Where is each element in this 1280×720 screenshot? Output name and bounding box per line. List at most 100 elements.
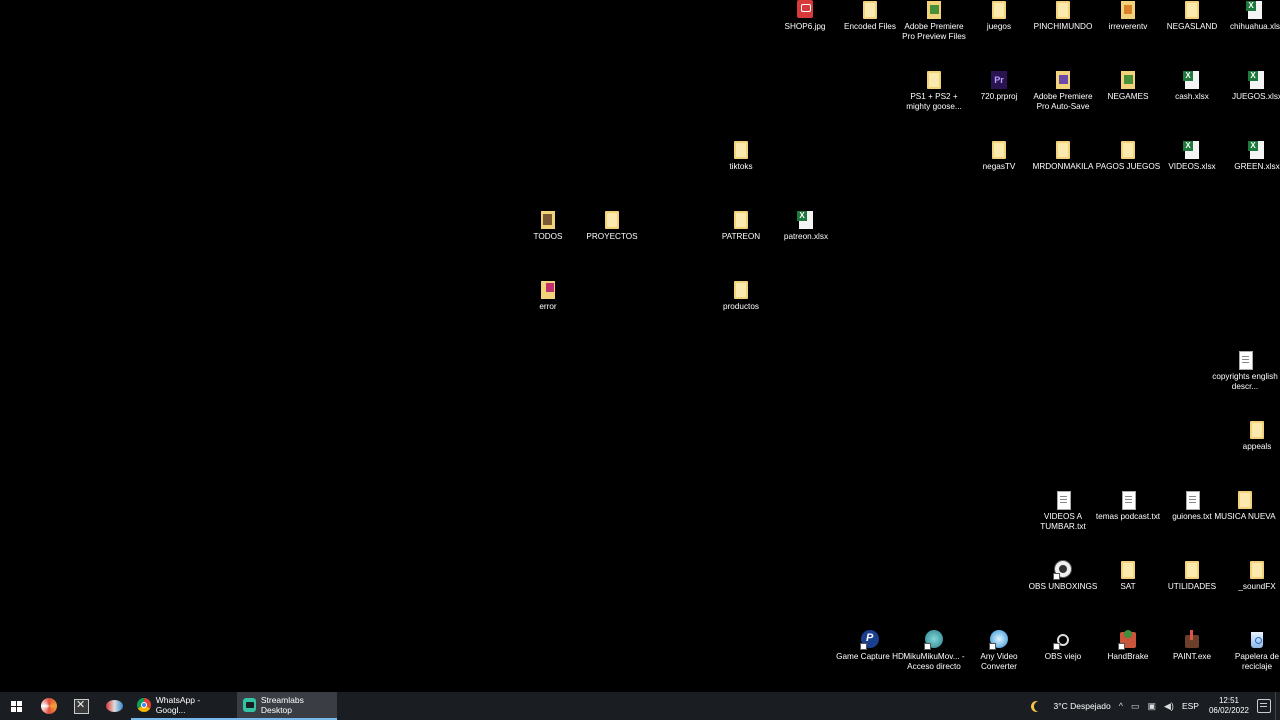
desktop-icon-label: appeals (1242, 442, 1272, 451)
shortcut-arrow-icon (1053, 643, 1060, 650)
game-capture-icon (860, 630, 880, 650)
weather-widget[interactable]: 3°C Despejado (1053, 701, 1110, 711)
taskbar-app-whatsapp[interactable]: WhatsApp - Googl... (131, 692, 237, 720)
desktop-icon-temas-podcast[interactable]: temas podcast.txt (1093, 490, 1163, 522)
desktop-icon-label: MUSICA NUEVA (1214, 512, 1276, 521)
desktop-icon-tiktoks[interactable]: tiktoks (706, 140, 776, 172)
start-button[interactable] (0, 692, 32, 720)
network-icon[interactable]: ▭ (1131, 701, 1140, 712)
desktop-icon-adobe-autosave[interactable]: Adobe Premiere Pro Auto-Save (1028, 70, 1098, 112)
desktop-icon-productos[interactable]: productos (706, 280, 776, 312)
desktop-icon-negasland[interactable]: NEGASLAND (1157, 0, 1227, 32)
desktop-icon-mrdonmakila[interactable]: MRDONMAKILA (1028, 140, 1098, 172)
taskbar-app-streamlabs[interactable]: Streamlabs Desktop (237, 692, 337, 720)
desktop-icon-obs-unboxings[interactable]: OBS UNBOXINGS (1028, 560, 1098, 592)
desktop-icon-any-video[interactable]: Any Video Converter (964, 630, 1034, 672)
desktop-icon-obs-viejo[interactable]: OBS viejo (1028, 630, 1098, 662)
desktop-icon-label: UTILIDADES (1167, 582, 1217, 591)
shortcut-arrow-icon (860, 643, 867, 650)
desktop-icon-juegos-xlsx[interactable]: JUEGOS.xlsx (1222, 70, 1280, 102)
desktop-icon-patreon[interactable]: PATREON (706, 210, 776, 242)
show-desktop-button[interactable] (1275, 692, 1280, 720)
desktop-icon-videos-tumbar[interactable]: VIDEOS A TUMBAR.txt (1028, 490, 1098, 532)
notifications-icon[interactable] (1257, 699, 1271, 713)
handbrake-icon (1118, 630, 1138, 650)
desktop-icon-label: PINCHIMUNDO (1033, 22, 1093, 31)
excel-file-icon (1245, 0, 1265, 20)
desktop-icon-label: PAINT.exe (1172, 652, 1212, 661)
desktop-icon-miku[interactable]: MikuMikuMov... - Acceso directo (899, 630, 969, 672)
volume-icon[interactable]: ◀) (1164, 701, 1174, 712)
taskbar-pinned-app-3[interactable] (98, 692, 131, 720)
folder-icon (1182, 0, 1202, 20)
desktop-icon-label: PS1 + PS2 + mighty goose... (906, 92, 962, 111)
desktop-icon-720-prproj[interactable]: 720.prproj (964, 70, 1034, 102)
desktop-icon-label: HandBrake (1107, 652, 1149, 661)
folder-icon (538, 210, 558, 230)
desktop-icon-label: SAT (1120, 582, 1136, 591)
desktop-icon-adobe-preview[interactable]: Adobe Premiere Pro Preview Files (899, 0, 969, 42)
text-file-icon (1182, 490, 1202, 510)
desktop-icon-label: PATREON (721, 232, 761, 241)
desktop-icon-shop6[interactable]: SHOP6.jpg (770, 0, 840, 32)
desktop-icon-juegos[interactable]: juegos (964, 0, 1034, 32)
desktop-icon-pagos-juegos[interactable]: PAGOS JUEGOS (1093, 140, 1163, 172)
desktop-icon-patreon-xlsx[interactable]: patreon.xlsx (771, 210, 841, 242)
desktop-icon-videos-xlsx[interactable]: VIDEOS.xlsx (1157, 140, 1227, 172)
taskbar-pinned-app-1[interactable] (32, 692, 65, 720)
folder-icon (1118, 140, 1138, 160)
desktop-icon-label: negasTV (982, 162, 1016, 171)
desktop-icon-utilidades[interactable]: UTILIDADES (1157, 560, 1227, 592)
desktop-icon-soundfx[interactable]: _soundFX (1222, 560, 1280, 592)
desktop-icon-appeals[interactable]: appeals (1222, 420, 1280, 452)
image-file-icon (795, 0, 815, 20)
desktop-icon-proyectos[interactable]: PROYECTOS (577, 210, 647, 242)
desktop-icon-chihuahua[interactable]: chihuahua.xls (1220, 0, 1280, 32)
desktop-icon-sat[interactable]: SAT (1093, 560, 1163, 592)
desktop-icon-green-xlsx[interactable]: GREEN.xlsx (1222, 140, 1280, 172)
desktop-icon-ps1-ps2[interactable]: PS1 + PS2 + mighty goose... (899, 70, 969, 112)
taskbar-app-label: Streamlabs Desktop (260, 695, 304, 715)
desktop-icon-encoded-files[interactable]: Encoded Files (835, 0, 905, 32)
desktop-icon-handbrake[interactable]: HandBrake (1093, 630, 1163, 662)
desktop-icon-musica-nueva[interactable]: MUSICA NUEVA (1210, 490, 1280, 522)
folder-icon (989, 0, 1009, 20)
desktop-icon-label: temas podcast.txt (1095, 512, 1161, 521)
desktop-icon-game-capture[interactable]: Game Capture HD (835, 630, 905, 662)
desktop-icon-copyrights[interactable]: copyrights english descr... (1210, 350, 1280, 392)
desktop-icon-label: productos (723, 302, 759, 311)
desktop-icon-todos[interactable]: TODOS (513, 210, 583, 242)
desktop-icon-label: Game Capture HD (836, 652, 904, 661)
desktop-icon-papelera[interactable]: Papelera de reciclaje (1222, 630, 1280, 672)
desktop-icon-paint[interactable]: PAINT.exe (1157, 630, 1227, 662)
desktop-icon-irreverentv[interactable]: irreverentv (1093, 0, 1163, 32)
shortcut-arrow-icon (1118, 643, 1125, 650)
premiere-project-icon (989, 70, 1009, 90)
desktop-icon-label: tiktoks (729, 162, 753, 171)
desktop-icon-label: MRDONMAKILA (1032, 162, 1094, 171)
excel-file-icon (796, 210, 816, 230)
taskbar-pinned-app-2[interactable] (65, 692, 98, 720)
desktop-icon-label: OBS viejo (1044, 652, 1082, 661)
desktop-icon-negames[interactable]: NEGAMES (1093, 70, 1163, 102)
desktop-icon-label: irreverentv (1108, 22, 1148, 31)
desktop: SHOP6.jpg Encoded Files Adobe Premiere P… (0, 0, 1280, 692)
desktop-icon-error[interactable]: error (513, 280, 583, 312)
desktop-icon-pinchimundo[interactable]: PINCHIMUNDO (1028, 0, 1098, 32)
input-language[interactable]: ESP (1182, 701, 1199, 711)
desktop-icon-label: patreon.xlsx (783, 232, 829, 241)
taskbar-app-label: WhatsApp - Googl... (155, 695, 201, 715)
folder-icon (1053, 140, 1073, 160)
desktop-icon-negastv[interactable]: negasTV (964, 140, 1034, 172)
text-file-icon (1053, 490, 1073, 510)
desktop-icon-label: SHOP6.jpg (784, 22, 826, 31)
excel-file-icon (1182, 140, 1202, 160)
clock[interactable]: 12:51 06/02/2022 (1209, 696, 1249, 716)
recycle-bin-icon (1247, 630, 1267, 650)
desktop-icon-label: TODOS (533, 232, 563, 241)
display-icon[interactable]: ▣ (1148, 701, 1157, 712)
desktop-icon-cash[interactable]: cash.xlsx (1157, 70, 1227, 102)
folder-icon (1118, 70, 1138, 90)
show-hidden-icons-chevron[interactable]: ^ (1119, 701, 1123, 711)
desktop-icon-label: cash.xlsx (1175, 92, 1209, 101)
